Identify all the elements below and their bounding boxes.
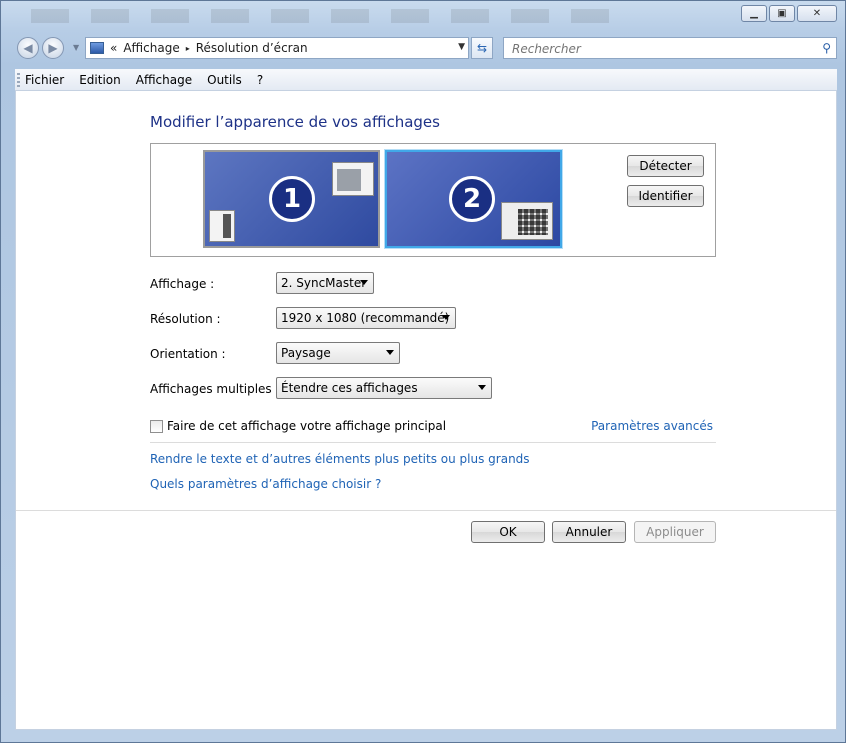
address-bar[interactable]: « Affichage ▸ Résolution d’écran ▼ bbox=[85, 37, 469, 59]
caption-buttons: ▁ ▣ ✕ bbox=[741, 5, 837, 22]
chevron-down-icon: ▼ bbox=[458, 42, 465, 52]
menu-fichier[interactable]: Fichier bbox=[25, 73, 64, 87]
primary-display-label[interactable]: Faire de cet affichage votre affichage p… bbox=[167, 419, 446, 433]
navigation-buttons: ◀ ▶ bbox=[15, 36, 71, 60]
chevron-down-icon: ▼ bbox=[73, 43, 80, 52]
monitor-arrangement: 1 2 Détecter Identifier bbox=[150, 143, 716, 257]
calculator-thumbnail-icon bbox=[501, 202, 553, 240]
breadcrumb-resolution[interactable]: Résolution d’écran bbox=[196, 41, 308, 55]
menu-edition[interactable]: Edition bbox=[79, 73, 121, 87]
display-select-value: 2. SyncMaster bbox=[281, 276, 367, 290]
primary-display-checkbox[interactable] bbox=[150, 420, 163, 433]
chevron-down-icon bbox=[478, 385, 486, 390]
display-control-panel-icon bbox=[90, 42, 104, 54]
resolution-select-value: 1920 x 1080 (recommandé) bbox=[281, 311, 450, 325]
detect-button[interactable]: Détecter bbox=[627, 155, 704, 177]
monitor-2[interactable]: 2 bbox=[385, 150, 562, 248]
maximize-icon: ▣ bbox=[777, 8, 787, 19]
divider bbox=[150, 442, 716, 443]
chevron-down-icon bbox=[360, 280, 368, 285]
computer-thumbnail-icon bbox=[209, 210, 235, 242]
close-icon: ✕ bbox=[812, 8, 822, 19]
search-icon[interactable]: ⚲ bbox=[822, 41, 831, 55]
monitor-1[interactable]: 1 bbox=[203, 150, 380, 248]
display-select[interactable]: 2. SyncMaster bbox=[276, 272, 374, 294]
cancel-button[interactable]: Annuler bbox=[552, 521, 626, 543]
arrow-left-icon: ◀ bbox=[23, 41, 33, 55]
menu-outils[interactable]: Outils bbox=[207, 73, 242, 87]
multiple-displays-select-value: Étendre ces affichages bbox=[281, 381, 418, 395]
address-dropdown-button[interactable]: ▼ bbox=[458, 42, 465, 52]
close-button[interactable]: ✕ bbox=[797, 5, 837, 22]
breadcrumb-separator[interactable]: ▸ bbox=[186, 44, 190, 53]
forward-button[interactable]: ▶ bbox=[42, 37, 64, 59]
chevron-down-icon bbox=[442, 315, 450, 320]
search-box: ⚲ bbox=[503, 37, 837, 59]
menu-affichage[interactable]: Affichage bbox=[136, 73, 192, 87]
breadcrumb-overflow[interactable]: « bbox=[110, 41, 117, 55]
minimize-button[interactable]: ▁ bbox=[741, 5, 767, 22]
page-title: Modifier l’apparence de vos affichages bbox=[150, 113, 440, 131]
footer-divider bbox=[16, 510, 836, 511]
which-settings-link[interactable]: Quels paramètres d’affichage choisir ? bbox=[150, 477, 381, 491]
multiple-displays-label: Affichages multiples : bbox=[150, 382, 280, 396]
display-label: Affichage : bbox=[150, 277, 215, 291]
menu-bar: Fichier Edition Affichage Outils ? bbox=[15, 69, 837, 91]
breadcrumb-affichage[interactable]: Affichage bbox=[123, 41, 179, 55]
minimize-icon: ▁ bbox=[750, 8, 758, 19]
maximize-button[interactable]: ▣ bbox=[769, 5, 795, 22]
monitor-number-2: 2 bbox=[449, 176, 495, 222]
chevron-down-icon bbox=[386, 350, 394, 355]
orientation-label: Orientation : bbox=[150, 347, 226, 361]
identify-button[interactable]: Identifier bbox=[627, 185, 704, 207]
resolution-select[interactable]: 1920 x 1080 (recommandé) bbox=[276, 307, 456, 329]
menu-help[interactable]: ? bbox=[257, 73, 263, 87]
refresh-icon: ⇆ bbox=[476, 41, 488, 55]
window-thumbnail-icon bbox=[332, 162, 374, 196]
resolution-label: Résolution : bbox=[150, 312, 221, 326]
refresh-button[interactable]: ⇆ bbox=[471, 37, 493, 59]
recent-pages-dropdown[interactable]: ▼ bbox=[73, 43, 79, 52]
ok-button[interactable]: OK bbox=[471, 521, 545, 543]
menubar-grip bbox=[17, 73, 20, 87]
address-row: ◀ ▶ ▼ « Affichage ▸ Résolution d’écran ▼… bbox=[15, 36, 837, 62]
background-window-ghost bbox=[31, 9, 631, 23]
apply-button[interactable]: Appliquer bbox=[634, 521, 716, 543]
search-input[interactable] bbox=[510, 39, 794, 59]
multiple-displays-select[interactable]: Étendre ces affichages bbox=[276, 377, 492, 399]
text-size-link[interactable]: Rendre le texte et d’autres éléments plu… bbox=[150, 452, 530, 466]
orientation-select-value: Paysage bbox=[281, 346, 331, 360]
arrow-right-icon: ▶ bbox=[48, 41, 58, 55]
content-area: Modifier l’apparence de vos affichages 1… bbox=[15, 91, 837, 730]
monitor-number-1: 1 bbox=[269, 176, 315, 222]
explorer-window: ▁ ▣ ✕ ◀ ▶ ▼ « Affichage ▸ Résolution d’é… bbox=[0, 0, 846, 743]
orientation-select[interactable]: Paysage bbox=[276, 342, 400, 364]
back-button[interactable]: ◀ bbox=[17, 37, 39, 59]
advanced-settings-link[interactable]: Paramètres avancés bbox=[591, 419, 713, 433]
